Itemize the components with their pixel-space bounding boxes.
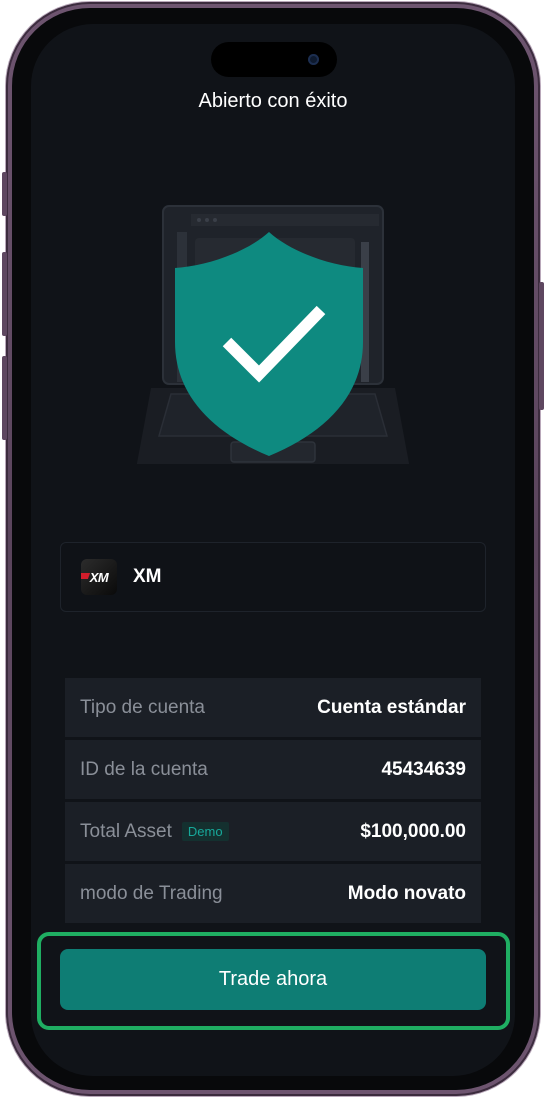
- broker-name: XM: [133, 566, 162, 587]
- broker-logo: XM: [81, 559, 117, 595]
- account-type-value: Cuenta estándar: [317, 696, 466, 718]
- volume-down-button: [2, 356, 7, 440]
- camera-icon: [308, 54, 319, 65]
- trading-mode-value: Modo novato: [347, 882, 466, 904]
- account-info-table: Tipo de cuenta Cuenta estándar ID de la …: [65, 678, 481, 926]
- power-button: [539, 282, 544, 410]
- page-title: Abierto con éxito: [198, 90, 348, 112]
- shield-check-icon: [136, 205, 410, 464]
- dynamic-island: [211, 42, 337, 77]
- total-asset-value: $100,000.00: [360, 820, 466, 842]
- account-id-label: ID de la cuenta: [80, 758, 208, 780]
- info-row-account-type: Tipo de cuenta Cuenta estándar: [65, 678, 481, 737]
- info-row-total-asset: Total Asset Demo $100,000.00: [65, 802, 481, 861]
- total-asset-label: Total Asset: [80, 820, 172, 842]
- account-type-label: Tipo de cuenta: [80, 696, 205, 718]
- info-row-trading-mode: modo de Trading Modo novato: [65, 864, 481, 923]
- demo-badge: Demo: [181, 822, 229, 841]
- broker-card: XM XM: [60, 542, 486, 612]
- action-button: [2, 172, 7, 216]
- trade-now-button[interactable]: Trade ahora: [60, 949, 486, 1010]
- info-row-account-id: ID de la cuenta 45434639: [65, 740, 481, 799]
- trading-mode-label: modo de Trading: [80, 882, 223, 904]
- account-id-value: 45434639: [381, 758, 466, 780]
- volume-up-button: [2, 252, 7, 336]
- app-screen: Abierto con éxito XM XM Tipo de cuenta C…: [31, 24, 515, 1076]
- broker-logo-text: XM: [89, 569, 109, 585]
- total-asset-label-group: Total Asset Demo: [80, 821, 229, 843]
